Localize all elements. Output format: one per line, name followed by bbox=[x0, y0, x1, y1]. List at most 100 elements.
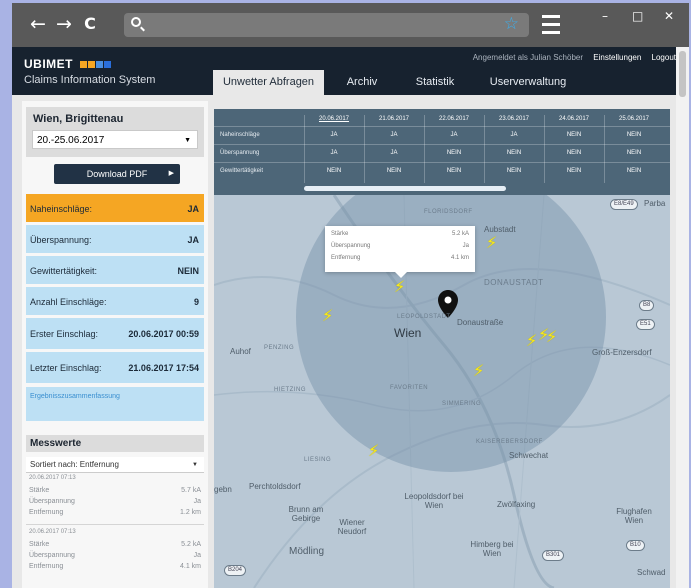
stat-gewittertaetigkeit: Gewittertätigkeit: NEIN bbox=[26, 256, 204, 284]
map-label: Zwölfaxing bbox=[497, 500, 536, 509]
dropdown-arrow-icon: ▼ bbox=[192, 462, 198, 468]
table-cell: NEIN bbox=[626, 150, 642, 156]
table-cell: NEIN bbox=[566, 168, 582, 174]
table-row-label: Gewittertätigkeit bbox=[220, 168, 264, 174]
map-label: Donaustraße bbox=[457, 318, 504, 327]
map-label: gebn bbox=[214, 485, 232, 494]
location-box: Wien, Brigittenau 20.-25.06.2017 ▼ bbox=[26, 107, 204, 157]
stat-naheinschlaege: Naheinschläge: JA bbox=[26, 194, 204, 222]
app-header: UBIMET Claims Information System Angemel… bbox=[12, 47, 676, 95]
road-sign: E8/E49 bbox=[610, 199, 638, 210]
table-cell: NEIN bbox=[506, 168, 522, 174]
stat-erster-einschlag: Erster Einschlag: 20.06.2017 00:59 bbox=[26, 318, 204, 349]
logo-square-3 bbox=[95, 61, 103, 69]
road-sign: B301 bbox=[542, 550, 565, 561]
url-input[interactable] bbox=[148, 15, 502, 37]
table-cell: NEIN bbox=[626, 132, 642, 138]
map-label: FAVORITEN bbox=[390, 385, 429, 391]
logo-square-2 bbox=[87, 61, 95, 69]
reload-button[interactable]: C bbox=[79, 13, 101, 35]
page-content: UBIMET Claims Information System Angemel… bbox=[12, 47, 676, 588]
logo-square-4 bbox=[103, 61, 111, 69]
table-cell: NEIN bbox=[326, 168, 342, 174]
measurement-entry[interactable]: 20.06.2017 07:13 Stärke 5.2 kA Überspannu… bbox=[26, 529, 204, 577]
lightning-bolt-icon[interactable]: ⚡ bbox=[368, 443, 379, 459]
address-bar[interactable]: ☆ bbox=[124, 13, 529, 37]
table-cell: NEIN bbox=[386, 168, 402, 174]
table-row-label: Überspannung bbox=[220, 150, 260, 156]
map[interactable]: FLORIDSDORF DONAUSTADT LEOPOLDSTADT Wien… bbox=[214, 195, 670, 588]
back-button[interactable]: ← bbox=[27, 13, 49, 35]
lightning-bolt-icon[interactable]: ⚡ bbox=[546, 329, 557, 345]
browser-window: ← → C ☆ – □ ✕ UBIMET Claims Information … bbox=[12, 3, 689, 588]
map-label: Leopoldsdorf bei Wien bbox=[404, 492, 464, 510]
road-sign: E51 bbox=[636, 319, 655, 330]
table-cell: NEIN bbox=[566, 150, 582, 156]
forward-button[interactable]: → bbox=[53, 13, 75, 35]
summary-box: Ergebnisszusammenfassung bbox=[26, 387, 204, 421]
table-cell: JA bbox=[330, 132, 338, 138]
download-pdf-button[interactable]: Download PDF ▶ bbox=[54, 164, 180, 184]
map-label: HIETZING bbox=[274, 387, 306, 393]
tab-userverwaltung[interactable]: Userverwaltung bbox=[478, 70, 578, 95]
scrollbar-thumb[interactable] bbox=[679, 51, 686, 97]
location-title: Wien, Brigittenau bbox=[33, 113, 124, 125]
stat-ueberspannung: Überspannung: JA bbox=[26, 225, 204, 253]
tab-unwetter-abfragen[interactable]: Unwetter Abfragen bbox=[213, 70, 324, 95]
table-cell: NEIN bbox=[566, 132, 582, 138]
road-sign: B8 bbox=[639, 300, 655, 311]
map-label: Auhof bbox=[230, 347, 251, 356]
logout-link[interactable]: Logout bbox=[652, 53, 676, 62]
lightning-bolt-icon[interactable]: ⚡ bbox=[473, 363, 484, 379]
table-cell: JA bbox=[330, 150, 338, 156]
page-scrollbar[interactable] bbox=[676, 47, 689, 588]
table-cell: JA bbox=[510, 132, 518, 138]
table-header-date[interactable]: 20.06.2017 bbox=[304, 116, 364, 122]
table-header-date[interactable]: 24.06.2017 bbox=[544, 116, 604, 122]
map-label: Mödling bbox=[289, 546, 325, 557]
tab-archiv[interactable]: Archiv bbox=[332, 70, 392, 95]
table-header-date[interactable]: 21.06.2017 bbox=[364, 116, 424, 122]
user-bar: Angemeldet als Julian Schöber Einstellun… bbox=[473, 53, 676, 62]
tab-statistik[interactable]: Statistik bbox=[400, 70, 470, 95]
brand-logo: UBIMET bbox=[24, 57, 111, 71]
bookmark-star-icon[interactable]: ☆ bbox=[504, 14, 519, 34]
table-cell: NEIN bbox=[446, 168, 462, 174]
hamburger-menu-icon[interactable] bbox=[542, 15, 560, 35]
lightning-bolt-icon[interactable]: ⚡ bbox=[526, 333, 537, 349]
table-header-date[interactable]: 23.06.2017 bbox=[484, 116, 544, 122]
settings-link[interactable]: Einstellungen bbox=[593, 53, 641, 62]
divider bbox=[26, 524, 204, 525]
logged-in-text: Angemeldet als Julian Schöber bbox=[472, 53, 584, 62]
minimize-button[interactable]: – bbox=[602, 9, 608, 23]
left-panel: Wien, Brigittenau 20.-25.06.2017 ▼ Downl… bbox=[22, 101, 208, 588]
table-header-date[interactable]: 22.06.2017 bbox=[424, 116, 484, 122]
search-icon bbox=[131, 17, 141, 27]
measurements-title: Messwerte bbox=[26, 435, 204, 452]
map-label: Wiener Neudorf bbox=[337, 518, 367, 536]
table-scrollbar[interactable] bbox=[304, 186, 506, 191]
stat-anzahl-einschlaege: Anzahl Einschläge: 9 bbox=[26, 287, 204, 315]
road-sign: B10 bbox=[626, 540, 645, 551]
road-sign: B204 bbox=[224, 565, 247, 576]
map-label: Parba bbox=[644, 199, 666, 208]
app-subtitle: Claims Information System bbox=[24, 74, 156, 86]
map-label: Wien bbox=[394, 326, 422, 340]
table-cell: NEIN bbox=[506, 150, 522, 156]
sort-select[interactable]: Sortiert nach: Entfernung ▼ bbox=[26, 457, 204, 473]
table-cell: NEIN bbox=[446, 150, 462, 156]
map-label: FLORIDSDORF bbox=[424, 209, 473, 215]
summary-link[interactable]: Ergebnisszusammenfassung bbox=[30, 393, 120, 400]
date-range-select[interactable]: 20.-25.06.2017 ▼ bbox=[32, 130, 198, 149]
measurement-entry[interactable]: 20.06.2017 07:13 Stärke 5.7 kA Überspannu… bbox=[26, 475, 204, 523]
lightning-bolt-icon[interactable]: ⚡ bbox=[322, 308, 333, 324]
table-header-date[interactable]: 25.06.2017 bbox=[604, 116, 664, 122]
map-label: KAISEREBERSDORF bbox=[476, 439, 543, 445]
browser-toolbar: ← → C ☆ – □ ✕ bbox=[12, 3, 689, 47]
lightning-bolt-icon[interactable]: ⚡ bbox=[394, 279, 405, 295]
map-label: Schwechat bbox=[509, 451, 549, 460]
map-label: Brunn am Gebirge bbox=[288, 505, 324, 523]
close-window-button[interactable]: ✕ bbox=[664, 9, 674, 23]
maximize-button[interactable]: □ bbox=[632, 9, 643, 23]
lightning-bolt-icon[interactable]: ⚡ bbox=[486, 235, 497, 251]
